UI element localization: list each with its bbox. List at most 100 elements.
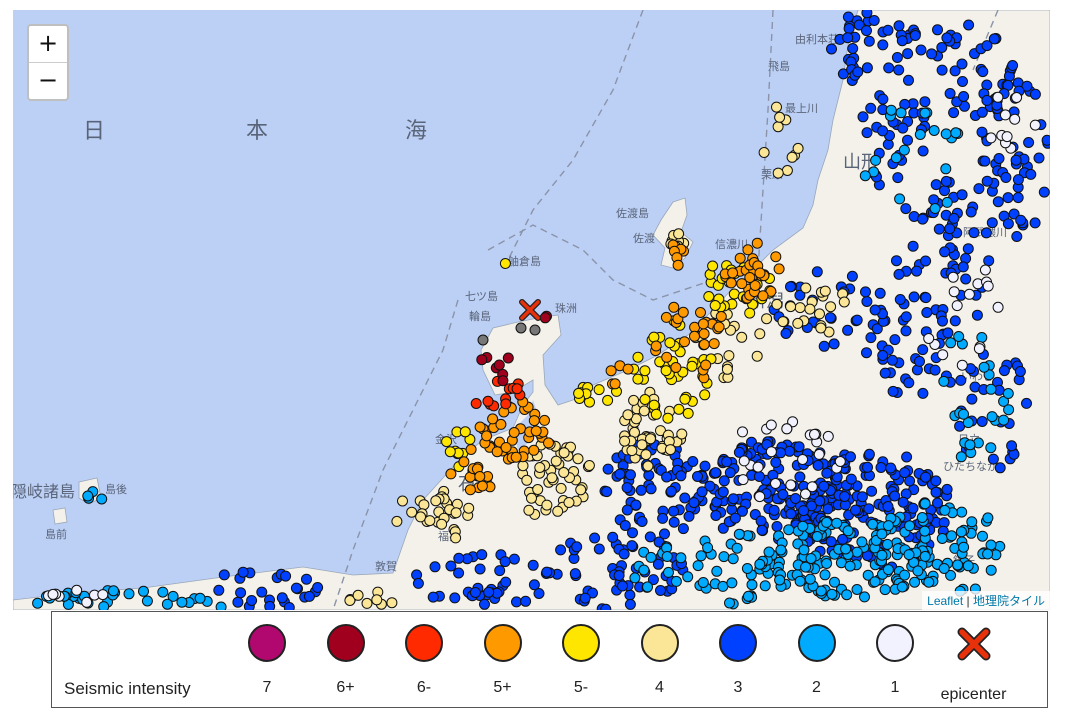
station-marker-int-5-[interactable] xyxy=(662,412,674,424)
station-marker-int-5+[interactable] xyxy=(727,267,739,279)
station-marker-int-5-[interactable] xyxy=(648,399,660,411)
station-marker-int-3[interactable] xyxy=(777,489,789,500)
station-marker-int-1[interactable] xyxy=(999,109,1011,121)
station-marker-int-2[interactable] xyxy=(882,564,894,576)
station-marker-int-5+[interactable] xyxy=(528,415,540,427)
station-marker-int-3[interactable] xyxy=(865,102,877,114)
station-marker-int-1[interactable] xyxy=(765,446,777,458)
station-marker-int-3[interactable] xyxy=(811,266,823,278)
station-marker-int-6+[interactable] xyxy=(497,375,509,387)
station-marker-int-5+[interactable] xyxy=(744,272,756,283)
station-marker-int-3[interactable] xyxy=(511,596,522,608)
station-marker-int-1[interactable] xyxy=(81,596,93,608)
station-marker-int-2[interactable] xyxy=(950,127,962,139)
station-marker-int-3[interactable] xyxy=(1012,192,1024,204)
station-marker-int-5-[interactable] xyxy=(459,426,471,438)
station-marker-int-3[interactable] xyxy=(862,461,873,473)
station-marker-int-3[interactable] xyxy=(218,569,230,581)
station-marker-int-3[interactable] xyxy=(1025,168,1037,180)
station-marker-int-3[interactable] xyxy=(857,111,869,123)
station-marker-int-2[interactable] xyxy=(885,104,897,116)
station-marker-int-3[interactable] xyxy=(976,126,988,138)
station-marker-int-3[interactable] xyxy=(661,471,673,483)
station-marker-int-4[interactable] xyxy=(406,506,418,518)
station-marker-int-2[interactable] xyxy=(692,560,704,572)
station-marker-int-2[interactable] xyxy=(977,530,988,542)
station-marker-int-1[interactable] xyxy=(770,478,781,489)
station-marker-int-2[interactable] xyxy=(157,586,169,598)
station-marker-int-1[interactable] xyxy=(1009,113,1021,125)
station-marker-int-6+[interactable] xyxy=(502,352,514,364)
leaflet-link[interactable]: Leaflet xyxy=(927,594,963,608)
station-marker-int-2[interactable] xyxy=(895,107,907,119)
station-marker-int-5+[interactable] xyxy=(487,413,499,425)
station-marker-int-3[interactable] xyxy=(977,66,989,78)
station-marker-int-5-[interactable] xyxy=(632,351,644,363)
station-marker-int-4[interactable] xyxy=(397,495,408,507)
station-marker-int-2[interactable] xyxy=(938,563,950,574)
station-marker-int-3[interactable] xyxy=(846,270,858,282)
station-marker-int-2[interactable] xyxy=(96,493,108,505)
station-marker-int-4[interactable] xyxy=(736,331,748,343)
station-marker-int-5+[interactable] xyxy=(695,307,706,318)
station-marker-int-3[interactable] xyxy=(851,314,863,326)
station-marker-int-4[interactable] xyxy=(552,505,564,517)
station-marker-int-3[interactable] xyxy=(962,243,974,255)
station-marker-int-4[interactable] xyxy=(583,460,595,471)
station-marker-int-2[interactable] xyxy=(986,411,998,423)
station-marker-int-2[interactable] xyxy=(919,550,931,562)
station-marker-int-3[interactable] xyxy=(627,527,638,539)
station-marker-int-3[interactable] xyxy=(1006,440,1018,452)
station-marker-int-2[interactable] xyxy=(695,550,707,562)
station-marker-int-4[interactable] xyxy=(771,101,782,113)
station-marker-int-3[interactable] xyxy=(427,591,439,603)
station-marker-int-5+[interactable] xyxy=(465,444,477,455)
station-marker-int-5-[interactable] xyxy=(639,365,651,377)
station-marker-int-2[interactable] xyxy=(919,525,931,537)
station-marker-int-4[interactable] xyxy=(761,313,773,325)
station-marker-int-3[interactable] xyxy=(699,460,711,472)
station-marker-int-3[interactable] xyxy=(882,138,894,150)
station-marker-int-3[interactable] xyxy=(882,24,894,36)
station-marker-int-1[interactable] xyxy=(992,91,1004,103)
station-marker-int-5-[interactable] xyxy=(593,384,605,396)
station-marker-int-2[interactable] xyxy=(800,561,812,573)
station-marker-int-6-[interactable] xyxy=(500,398,512,410)
station-marker-int-4[interactable] xyxy=(546,472,558,484)
station-marker-int-3[interactable] xyxy=(624,598,636,610)
station-marker-int-5-[interactable] xyxy=(679,393,691,405)
station-marker-int-3[interactable] xyxy=(861,25,872,37)
station-marker-int-1[interactable] xyxy=(71,584,83,596)
station-marker-int-4[interactable] xyxy=(815,322,827,334)
station-marker-int-2[interactable] xyxy=(966,516,978,528)
station-marker-int-2[interactable] xyxy=(890,152,902,164)
station-marker-int-3[interactable] xyxy=(571,541,583,553)
station-marker-int-3[interactable] xyxy=(920,292,932,304)
station-marker-int-5+[interactable] xyxy=(698,339,710,350)
station-marker-int-3[interactable] xyxy=(979,155,991,167)
station-marker-int-1[interactable] xyxy=(813,448,825,460)
station-marker-int-3[interactable] xyxy=(900,203,912,215)
station-marker-int-5+[interactable] xyxy=(757,290,769,302)
station-marker-int-1[interactable] xyxy=(923,333,935,344)
station-marker-int-3[interactable] xyxy=(903,74,914,86)
station-marker-int-3[interactable] xyxy=(555,544,567,556)
station-marker-int-3[interactable] xyxy=(283,602,295,611)
station-marker-int-3[interactable] xyxy=(235,587,247,599)
station-marker-int-3[interactable] xyxy=(917,387,929,399)
station-marker-int-5+[interactable] xyxy=(670,362,682,373)
station-marker-int-2[interactable] xyxy=(826,588,838,600)
station-marker-int-6-[interactable] xyxy=(511,383,523,395)
station-marker-int-5+[interactable] xyxy=(539,414,550,426)
station-marker-int-5+[interactable] xyxy=(734,252,746,264)
station-marker-int-3[interactable] xyxy=(232,596,244,608)
station-marker-int-3[interactable] xyxy=(655,585,666,596)
station-marker-int-2[interactable] xyxy=(842,525,854,537)
station-marker-int-5+[interactable] xyxy=(510,451,522,463)
station-marker-int-2[interactable] xyxy=(919,107,931,119)
station-marker-int-2[interactable] xyxy=(727,553,739,565)
station-marker-int-5+[interactable] xyxy=(725,277,737,289)
station-marker-int-2[interactable] xyxy=(138,585,149,597)
station-marker-int-4[interactable] xyxy=(758,147,770,158)
station-marker-int-3[interactable] xyxy=(213,584,225,596)
